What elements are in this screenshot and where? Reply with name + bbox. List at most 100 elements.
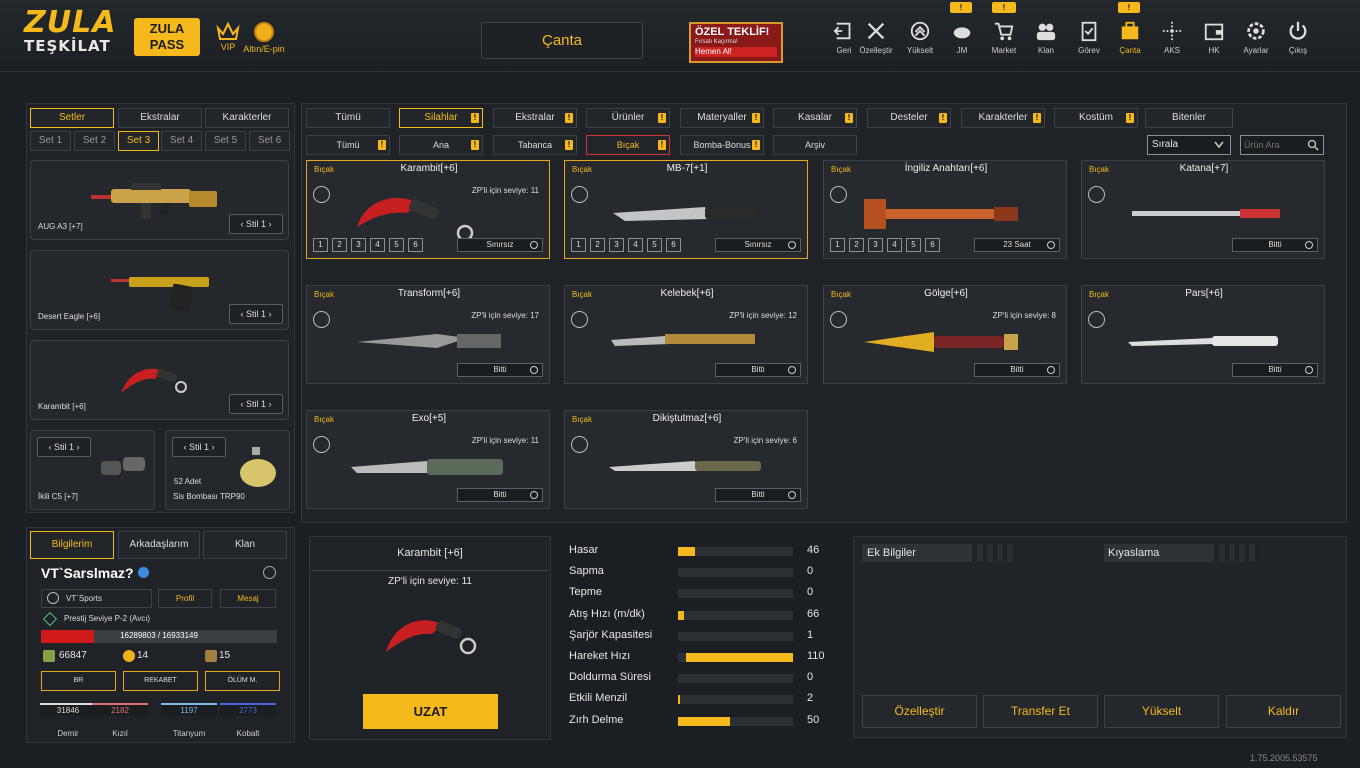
level-box[interactable]: 5 [647,238,662,252]
slot-grenade1-style-selector[interactable]: ‹ Stil 1 › [37,437,91,457]
slot-melee-style-selector[interactable]: ‹ Stil 1 › [229,394,283,414]
tab-klan[interactable]: Klan [203,531,287,559]
nav-settings[interactable]: Ayarlar [1236,20,1276,55]
item-duration[interactable]: 23 Saat [974,238,1060,252]
upgrade-arrow-icon[interactable] [1088,186,1105,203]
item-card[interactable]: Bıçak Katana[+7] Bitti [1081,160,1325,259]
item-duration[interactable]: Bitti [457,488,543,502]
level-box[interactable]: 2 [849,238,864,252]
inventory-tab-6[interactable]: Desteler! [867,108,951,128]
set-2-tab[interactable]: Set 2 [74,131,115,151]
slot-secondary-weapon[interactable]: Desert Eagle [+6] ‹ Stil 1 › [30,250,289,330]
level-box[interactable]: 4 [628,238,643,252]
kaldir-button[interactable]: Kaldır [1226,695,1341,728]
inventory-tab-1[interactable]: Silahlar! [399,108,483,128]
profile-button[interactable]: Profil [158,589,212,608]
item-duration[interactable]: Bitti [715,363,801,377]
set-6-tab[interactable]: Set 6 [249,131,290,151]
level-box[interactable]: 4 [887,238,902,252]
level-box[interactable]: 3 [868,238,883,252]
inventory-tab-2[interactable]: Ekstralar! [493,108,577,128]
item-card[interactable]: Bıçak Pars[+6] Bitti [1081,285,1325,384]
subtab-2[interactable]: Tabanca! [493,135,577,155]
item-duration[interactable]: Bitti [974,363,1060,377]
upgrade-arrow-icon[interactable] [1088,311,1105,328]
zula-pass-button[interactable]: ZULA PASS [134,18,200,56]
nav-clan[interactable]: Klan [1026,20,1066,55]
inventory-tab-3[interactable]: Ürünler! [586,108,670,128]
level-box[interactable]: 2 [590,238,605,252]
level-box[interactable]: 1 [313,238,328,252]
tab-ekstralar[interactable]: Ekstralar [118,108,202,128]
tab-karakterler[interactable]: Karakterler [205,108,289,128]
slot-primary-weapon[interactable]: AUG A3 [+7] ‹ Stil 1 › [30,160,289,240]
level-box[interactable]: 6 [925,238,940,252]
upgrade-arrow-icon[interactable] [571,311,588,328]
inventory-tab-9[interactable]: Bitenler [1145,108,1233,128]
upgrade-arrow-icon[interactable] [313,311,330,328]
uzat-button[interactable]: UZAT [363,694,498,729]
set-1-tab[interactable]: Set 1 [30,131,71,151]
item-card[interactable]: Bıçak İngiliz Anahtarı[+6] 1 2 3 4 5 6 23 Saat [823,160,1067,259]
inventory-tab-0[interactable]: Tümü [306,108,390,128]
slot-grenade-2[interactable]: ‹ Stil 1 › 52 Adet Sis Bombası TRP90 [165,430,290,510]
level-box[interactable]: 3 [609,238,624,252]
level-box[interactable]: 4 [370,238,385,252]
message-button[interactable]: Mesaj [220,589,276,608]
slot-primary-style-selector[interactable]: ‹ Stil 1 › [229,214,283,234]
set-3-tab[interactable]: Set 3 [118,131,159,151]
upgrade-arrow-icon[interactable] [830,186,847,203]
nav-power[interactable]: Çıkış [1278,20,1318,55]
level-box[interactable]: 6 [666,238,681,252]
item-card[interactable]: Bıçak Karambit[+6] ZP'li için seviye: 11 1 2… [306,160,550,259]
level-box[interactable]: 1 [830,238,845,252]
upgrade-arrow-icon[interactable] [571,186,588,203]
mode-rekabet-button[interactable]: REKABET [123,671,198,691]
set-5-tab[interactable]: Set 5 [205,131,246,151]
item-duration[interactable]: Bitti [1232,363,1318,377]
level-box[interactable]: 6 [408,238,423,252]
sort-dropdown[interactable]: Sırala [1147,135,1231,155]
item-duration[interactable]: Sınırsız [715,238,801,252]
level-box[interactable]: 2 [332,238,347,252]
ozellestir-button[interactable]: Özelleştir [862,695,977,728]
nav-jm[interactable]: JM [942,20,982,55]
special-offer-banner[interactable]: ÖZEL TEKLİF! Fırsatı Kaçırma! Hemen Al! [689,22,783,63]
yukselt-button[interactable]: Yükselt [1104,695,1219,728]
gold-epin-button[interactable]: Altın/E-pin [238,22,290,54]
mode-br-button[interactable]: BR [41,671,116,691]
item-card[interactable]: Bıçak Exo[+5] ZP'li için seviye: 11 Bitti [306,410,550,509]
inventory-tab-4[interactable]: Materyaller! [680,108,764,128]
item-duration[interactable]: Bitti [457,363,543,377]
subtab-4[interactable]: Bomba-Bonus! [680,135,764,155]
level-box[interactable]: 1 [571,238,586,252]
inventory-tab-8[interactable]: Kostüm! [1054,108,1138,128]
slot-melee-weapon[interactable]: Karambit [+6] ‹ Stil 1 › [30,340,289,420]
slot-grenade-1[interactable]: ‹ Stil 1 › İkili C5 [+7] [30,430,155,510]
item-card[interactable]: Bıçak Transform[+6] ZP'li için seviye: 17 B… [306,285,550,384]
level-box[interactable]: 5 [906,238,921,252]
tab-arkadaslarim[interactable]: Arkadaşlarım [118,531,200,559]
set-4-tab[interactable]: Set 4 [161,131,202,151]
item-duration[interactable]: Bitti [715,488,801,502]
inventory-tab-5[interactable]: Kasalar! [773,108,857,128]
upgrade-arrow-icon[interactable] [313,436,330,453]
subtab-1[interactable]: Ana! [399,135,483,155]
subtab-5[interactable]: Arşiv [773,135,857,155]
nav-wallet[interactable]: HK [1194,20,1234,55]
nav-task[interactable]: Görev [1069,20,1109,55]
block-icon[interactable] [263,566,276,579]
upgrade-arrow-icon[interactable] [830,311,847,328]
tab-bilgilerim[interactable]: Bilgilerim [30,531,114,559]
level-box[interactable]: 3 [351,238,366,252]
item-duration[interactable]: Sınırsız [457,238,543,252]
item-card[interactable]: Bıçak Gölge[+6] ZP'li için seviye: 8 Bitti [823,285,1067,384]
nav-aks[interactable]: AKS [1152,20,1192,55]
inventory-tab-7[interactable]: Karakterler! [961,108,1045,128]
nav-cart[interactable]: Market [984,20,1024,55]
item-card[interactable]: Bıçak Kelebek[+6] ZP'li için seviye: 12 Bit… [564,285,808,384]
nav-bag[interactable]: Çanta [1110,20,1150,55]
tab-setler[interactable]: Setler [30,108,114,128]
item-card[interactable]: Bıçak Dikiştutmaz[+6] ZP'li için seviye: 6… [564,410,808,509]
nav-tools[interactable]: Özelleştir [856,20,896,55]
